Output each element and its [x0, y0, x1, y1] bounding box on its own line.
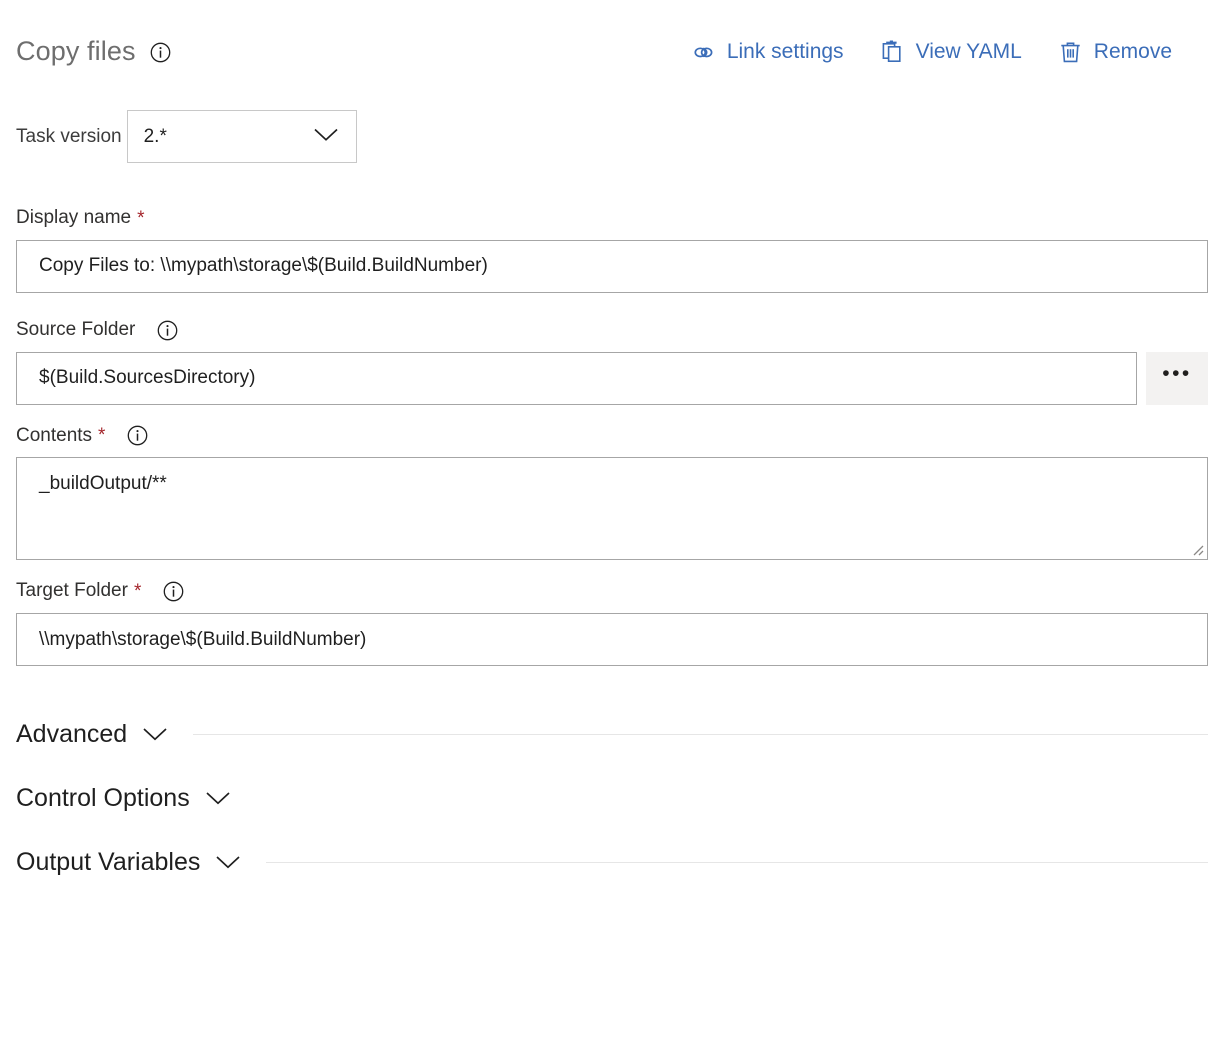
source-folder-input[interactable]: [16, 352, 1137, 405]
chevron-down-icon: [215, 854, 241, 870]
header-actions: Link settings View YAML: [691, 40, 1172, 65]
chevron-down-icon: [205, 790, 231, 806]
task-version-dropdown[interactable]: 2.*: [127, 110, 357, 163]
task-version-value: 2.*: [144, 126, 167, 148]
field-target-folder: Target Folder *: [16, 580, 1208, 666]
required-asterisk: *: [137, 209, 144, 228]
info-icon[interactable]: [163, 581, 184, 602]
clipboard-icon: [880, 40, 905, 65]
collapsible-sections: Advanced Control Options Output Variable…: [16, 702, 1208, 894]
section-divider: [256, 798, 1208, 799]
chevron-down-icon: [313, 126, 339, 147]
source-folder-browse-button[interactable]: •••: [1146, 352, 1208, 405]
contents-textarea-wrap: _buildOutput/**: [16, 457, 1208, 560]
view-yaml-label: View YAML: [916, 40, 1022, 64]
task-version-row: Task version 2.*: [16, 110, 1224, 163]
view-yaml-button[interactable]: View YAML: [880, 40, 1022, 65]
ellipsis-icon: •••: [1162, 363, 1192, 384]
task-form: Display name * Source Folder: [16, 207, 1208, 666]
remove-label: Remove: [1094, 40, 1172, 64]
required-asterisk: *: [134, 582, 141, 601]
task-editor-panel: Copy files: [0, 0, 1224, 1054]
contents-textarea[interactable]: _buildOutput/**: [16, 457, 1208, 560]
section-output-variables[interactable]: Output Variables: [16, 830, 1208, 894]
target-folder-input[interactable]: [16, 613, 1208, 666]
target-folder-label-row: Target Folder *: [16, 580, 1208, 603]
link-settings-button[interactable]: Link settings: [691, 40, 844, 65]
target-folder-label: Target Folder: [16, 580, 128, 603]
contents-label: Contents: [16, 425, 92, 448]
section-control-options-label: Control Options: [16, 784, 190, 813]
info-icon[interactable]: [150, 42, 171, 63]
required-asterisk: *: [98, 426, 105, 445]
link-icon: [691, 40, 716, 65]
panel-header: Copy files: [0, 0, 1224, 74]
remove-button[interactable]: Remove: [1058, 40, 1172, 65]
display-name-label: Display name: [16, 207, 131, 230]
link-settings-label: Link settings: [727, 40, 844, 64]
source-folder-input-row: •••: [16, 352, 1208, 405]
section-control-options[interactable]: Control Options: [16, 766, 1208, 830]
section-output-variables-label: Output Variables: [16, 848, 200, 877]
source-folder-label: Source Folder: [16, 319, 135, 342]
field-source-folder: Source Folder •••: [16, 319, 1208, 405]
chevron-down-icon: [142, 726, 168, 742]
section-divider: [266, 862, 1208, 863]
task-version-label: Task version: [16, 126, 122, 148]
display-name-input[interactable]: [16, 240, 1208, 293]
section-advanced[interactable]: Advanced: [16, 702, 1208, 766]
info-icon[interactable]: [127, 425, 148, 446]
section-divider: [193, 734, 1208, 735]
contents-label-row: Contents *: [16, 425, 1208, 448]
section-advanced-label: Advanced: [16, 720, 127, 749]
field-display-name: Display name *: [16, 207, 1208, 293]
field-contents: Contents * _buildOutput/**: [16, 425, 1208, 561]
page-title: Copy files: [16, 37, 136, 67]
source-folder-label-row: Source Folder: [16, 319, 1208, 342]
title-group: Copy files: [16, 37, 171, 67]
info-icon[interactable]: [157, 320, 178, 341]
display-name-label-row: Display name *: [16, 207, 1208, 230]
trash-icon: [1058, 40, 1083, 65]
